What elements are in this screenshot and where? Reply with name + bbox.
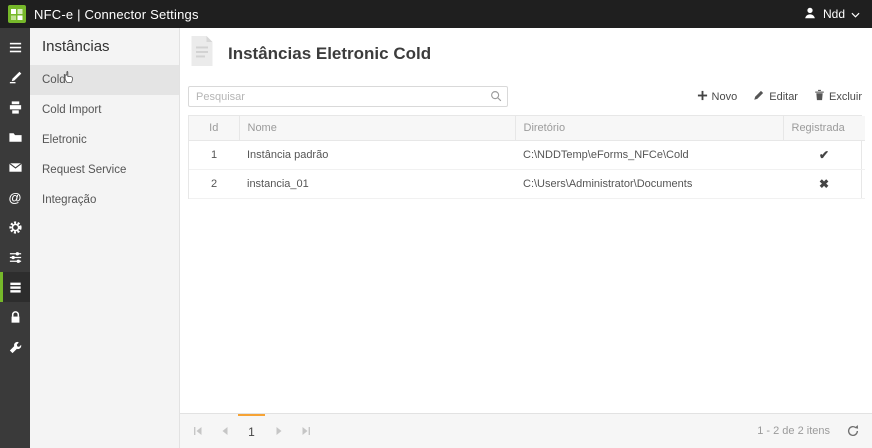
cell-nome: Instância padrão (239, 140, 515, 170)
sidebar-item-label: Integração (42, 194, 97, 206)
sidebar-item-eletronic[interactable]: Eletronic (30, 125, 179, 155)
chevron-down-icon (851, 7, 860, 21)
app-title: NFC-e | Connector Settings (34, 6, 199, 22)
cell-id: 2 (189, 169, 239, 199)
current-page-button[interactable]: 1 (238, 414, 265, 448)
mouse-cursor-icon (62, 70, 75, 88)
cell-diretorio: C:\NDDTemp\eForms_NFCe\Cold (515, 140, 783, 170)
column-header-registrada[interactable]: Registrada (783, 116, 865, 141)
search-input[interactable] (188, 86, 508, 107)
folder-icon[interactable] (0, 122, 30, 152)
pager: 1 1 - 2 de 2 itens (180, 413, 872, 448)
next-page-icon[interactable] (265, 414, 292, 448)
cell-nome: instancia_01 (239, 169, 515, 199)
rows-icon[interactable] (0, 272, 30, 302)
wrench-icon[interactable] (0, 332, 30, 362)
sliders-icon[interactable] (0, 242, 30, 272)
edit-button-label: Editar (769, 90, 798, 103)
user-name: Ndd (822, 7, 845, 21)
delete-button-label: Excluir (828, 90, 862, 103)
new-button[interactable]: Novo (697, 89, 738, 104)
user-icon (803, 6, 817, 23)
cell-diretorio: C:\Users\Administrator\Documents (515, 169, 783, 199)
first-page-icon[interactable] (184, 414, 211, 448)
last-page-icon[interactable] (292, 414, 319, 448)
printer-icon[interactable] (0, 92, 30, 122)
plus-icon (697, 90, 708, 104)
instances-panel: Instâncias Cold Cold Import Eletronic Re… (30, 28, 180, 448)
tools-icon[interactable] (0, 62, 30, 92)
table-row[interactable]: 2 instancia_01 C:\Users\Administrator\Do… (189, 169, 865, 199)
search-box (188, 86, 508, 107)
sidebar-item-request-service[interactable]: Request Service (30, 155, 179, 185)
edit-button[interactable]: Editar (753, 89, 798, 104)
menu-icon[interactable] (0, 32, 30, 62)
edit-icon (753, 89, 765, 104)
table-row[interactable]: 1 Instância padrão C:\NDDTemp\eForms_NFC… (189, 140, 865, 170)
cell-id: 1 (189, 140, 239, 170)
search-icon (489, 89, 503, 108)
trash-icon (814, 89, 825, 104)
sidebar-item-label: Eletronic (42, 134, 87, 146)
x-icon: ✖ (783, 169, 865, 199)
sidebar-item-integracao[interactable]: Integração (30, 185, 179, 215)
delete-button[interactable]: Excluir (814, 89, 862, 104)
sidebar-item-cold-import[interactable]: Cold Import (30, 95, 179, 125)
instances-table: Id Nome Diretório Registrada 1 Instância… (188, 115, 865, 199)
sidebar-item-label: Request Service (42, 164, 127, 176)
ndd-logo (8, 5, 26, 23)
user-menu[interactable]: Ndd (803, 6, 860, 23)
gear-icon[interactable] (0, 212, 30, 242)
pager-info-text: 1 - 2 de 2 itens (757, 425, 830, 437)
panel-title: Instâncias (42, 38, 110, 55)
check-icon: ✔ (783, 140, 865, 170)
app-window: NFC-e | Connector Settings Ndd @ Instânc… (0, 0, 872, 448)
document-icon (184, 33, 220, 74)
content-whitespace (180, 199, 872, 413)
mail-icon[interactable] (0, 152, 30, 182)
icon-rail: @ (0, 28, 30, 448)
lock-icon[interactable] (0, 302, 30, 332)
prev-page-icon[interactable] (211, 414, 238, 448)
sidebar-item-cold[interactable]: Cold (30, 65, 179, 95)
main-content: Instâncias Eletronic Cold Novo (180, 28, 872, 448)
column-header-nome[interactable]: Nome (239, 116, 516, 141)
refresh-icon[interactable] (846, 424, 860, 438)
topbar: NFC-e | Connector Settings Ndd (0, 0, 872, 28)
page-title: Instâncias Eletronic Cold (228, 43, 432, 63)
column-header-id[interactable]: Id (189, 116, 240, 141)
at-icon[interactable]: @ (0, 182, 30, 212)
sidebar-item-label: Cold Import (42, 104, 102, 116)
new-button-label: Novo (711, 90, 738, 103)
table-header-row: Id Nome Diretório Registrada (189, 116, 865, 141)
column-header-diretorio[interactable]: Diretório (515, 116, 784, 141)
